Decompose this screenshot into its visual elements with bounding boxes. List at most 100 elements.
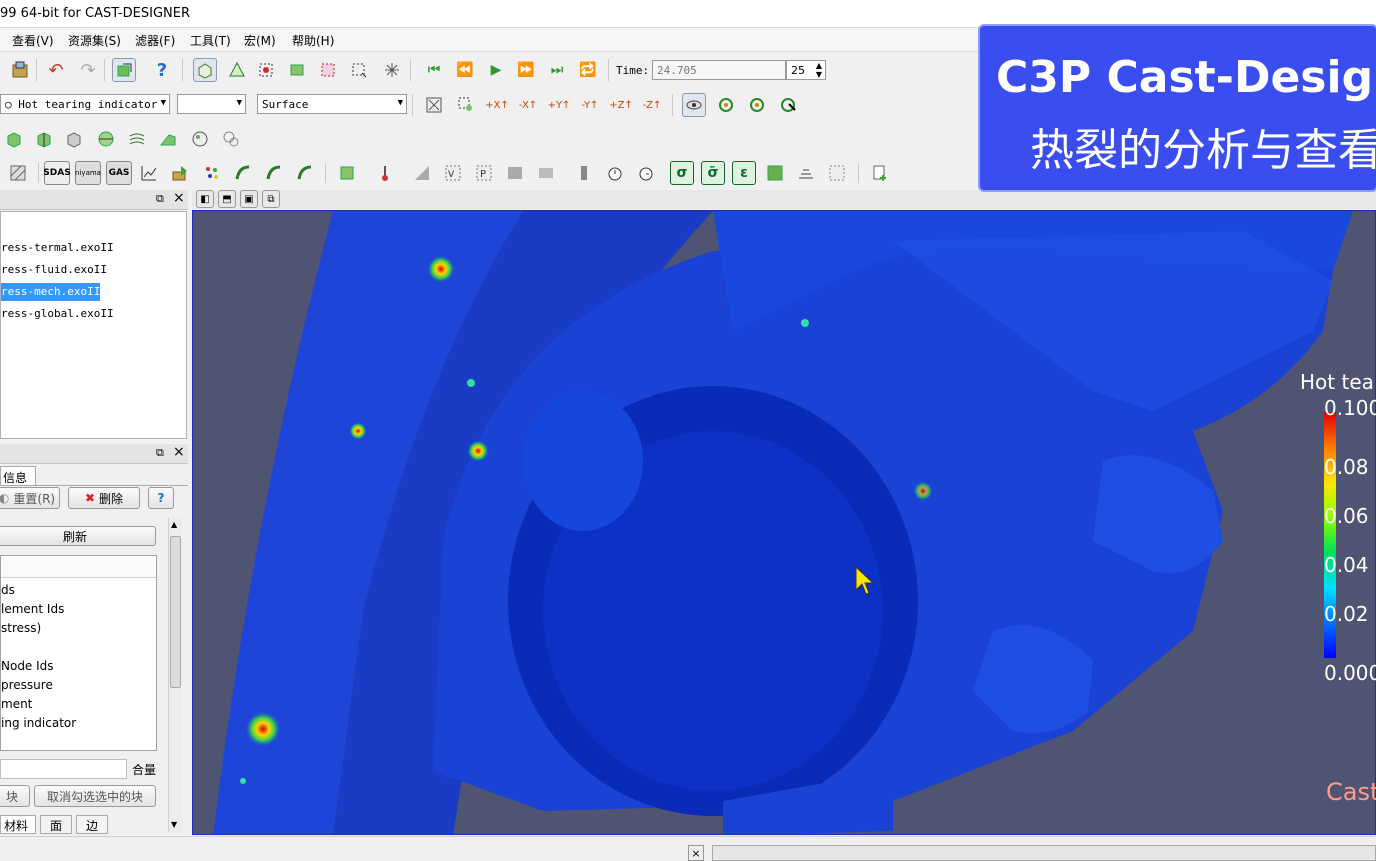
float-icon[interactable]: ⧉ [156,446,164,460]
filter-threshold-icon[interactable] [94,127,118,151]
filter-glyph-icon[interactable] [188,127,212,151]
split-vertical-icon[interactable]: ⬒ [218,190,236,208]
vf-icon[interactable]: V [441,161,465,185]
spin-up-icon[interactable]: ▲ [816,61,822,70]
mold-icon[interactable] [534,161,558,185]
filter-slice-icon[interactable] [62,127,86,151]
list-item[interactable]: ing indicator [1,716,76,730]
timer2-icon[interactable] [634,161,658,185]
clear-selection-icon[interactable] [380,58,404,82]
menu-tools[interactable]: 工具(T) [190,32,231,49]
filter-group-icon[interactable] [219,127,243,151]
list-item[interactable]: pressure [1,678,53,692]
step2-icon[interactable] [262,161,286,185]
add-icon[interactable] [868,161,892,185]
hatch-icon[interactable] [6,161,30,185]
select-block-icon[interactable] [285,58,309,82]
float-icon[interactable]: ⧉ [156,192,164,206]
undo-icon[interactable]: ↶ [44,58,68,82]
step1-icon[interactable] [231,161,255,185]
delete-button[interactable]: ✖ 删除 [68,487,140,509]
split-horizontal-icon[interactable]: ◧ [196,190,214,208]
list-item[interactable]: stress) [1,621,41,635]
filter-clip-icon[interactable] [32,127,56,151]
help-button[interactable]: ? [148,487,174,509]
close-icon[interactable]: × [173,190,185,206]
maximize-view-icon[interactable]: ▣ [240,190,258,208]
menu-resources[interactable]: 资源集(S) [68,32,121,49]
p-icon[interactable]: P [472,161,496,185]
epsilon-button[interactable]: ε [732,161,756,185]
component-select[interactable]: ▼ [177,94,246,114]
play-icon[interactable]: ▶ [484,58,508,82]
next-frame-icon[interactable]: ⏩ [514,58,538,82]
strain-icon[interactable] [763,161,787,185]
tab-material[interactable]: 材料 [0,815,36,834]
scroll-down-icon[interactable]: ▼ [171,820,177,829]
previous-frame-icon[interactable]: ⏪ [453,58,477,82]
last-frame-icon[interactable]: ⏭ [545,58,569,82]
sigma-button[interactable]: σ [670,161,694,185]
close-icon[interactable]: × [173,444,185,460]
tab-face[interactable]: 面 [40,815,72,834]
list-item[interactable]: ment [1,697,32,711]
zoom-to-data-icon[interactable] [422,93,446,117]
view-minus-y-icon[interactable]: -Y↑ [578,93,602,117]
spin-down-icon[interactable]: ▼ [816,70,822,79]
particles-icon[interactable] [200,161,224,185]
render-view[interactable] [192,210,1376,835]
time-input[interactable]: 24.705 [652,60,786,80]
box-icon[interactable] [335,161,359,185]
bar-icon[interactable] [572,161,596,185]
probe-icon[interactable] [373,161,397,185]
rotate-90-icon[interactable] [714,93,738,117]
pipeline-item-termal[interactable]: ress-termal.exoII [1,239,114,257]
frame-spinbox[interactable]: 25 ▲ ▼ [786,60,826,80]
menu-view[interactable]: 查看(V) [12,32,54,49]
list-item[interactable]: lement Ids [1,602,64,616]
capture-view-icon[interactable]: ⧉ [262,190,280,208]
open-data-icon[interactable] [8,58,32,82]
help-icon[interactable]: ? [150,58,174,82]
loop-icon[interactable]: 🔁 [576,58,600,82]
reset-camera-icon[interactable] [112,58,136,82]
step3-icon[interactable] [293,161,317,185]
show-center-icon[interactable] [682,93,706,117]
properties-scrollbar[interactable]: ▲ ▼ [168,518,182,832]
check-block-button[interactable]: 块 [0,785,30,807]
select-frustum-icon[interactable] [254,58,278,82]
list-item[interactable]: ds [1,583,15,597]
reset-button[interactable]: ◐ 重置(R) [0,487,60,509]
representation-select[interactable]: Surface ▼ [257,94,407,114]
scroll-up-icon[interactable]: ▲ [171,520,177,529]
filter-streamline-icon[interactable] [125,127,149,151]
view-minus-z-icon[interactable]: -Z↑ [640,93,664,117]
pipeline-item-global[interactable]: ress-global.exoII [1,305,114,323]
merge-input[interactable] [0,759,127,779]
filter-warp-icon[interactable] [156,127,180,151]
pipeline-item-fluid[interactable]: ress-fluid.exoII [1,261,107,279]
list-item[interactable]: Node Ids [1,659,54,673]
refresh-button[interactable]: 刷新 [0,526,156,546]
section-icon[interactable] [410,161,434,185]
view-plus-z-icon[interactable]: +Z↑ [609,93,633,117]
view-minus-x-icon[interactable]: -X↑ [516,93,540,117]
scrollbar-thumb[interactable] [170,536,181,688]
redo-icon[interactable]: ↷ [76,58,100,82]
select-cells-icon[interactable] [193,58,217,82]
sigma-bar-button[interactable]: σ̄ [701,161,725,185]
chart-icon[interactable] [137,161,161,185]
menu-macros[interactable]: 宏(M) [244,32,276,49]
export-icon[interactable] [168,161,192,185]
select-points-icon[interactable] [225,58,249,82]
menu-help[interactable]: 帮助(H) [292,32,334,49]
timer1-icon[interactable] [603,161,627,185]
pipeline-item-mech[interactable]: ress-mech.exoII [1,283,101,301]
sdas-button[interactable]: SDAS [43,161,71,185]
gas-button[interactable]: GAS [106,161,132,185]
grow-selection-icon[interactable] [347,58,371,82]
flow-icon[interactable] [503,161,527,185]
zoom-to-box-icon[interactable] [454,93,478,117]
tab-edge[interactable]: 边 [76,815,108,834]
first-frame-icon[interactable]: ⏮ [422,58,446,82]
